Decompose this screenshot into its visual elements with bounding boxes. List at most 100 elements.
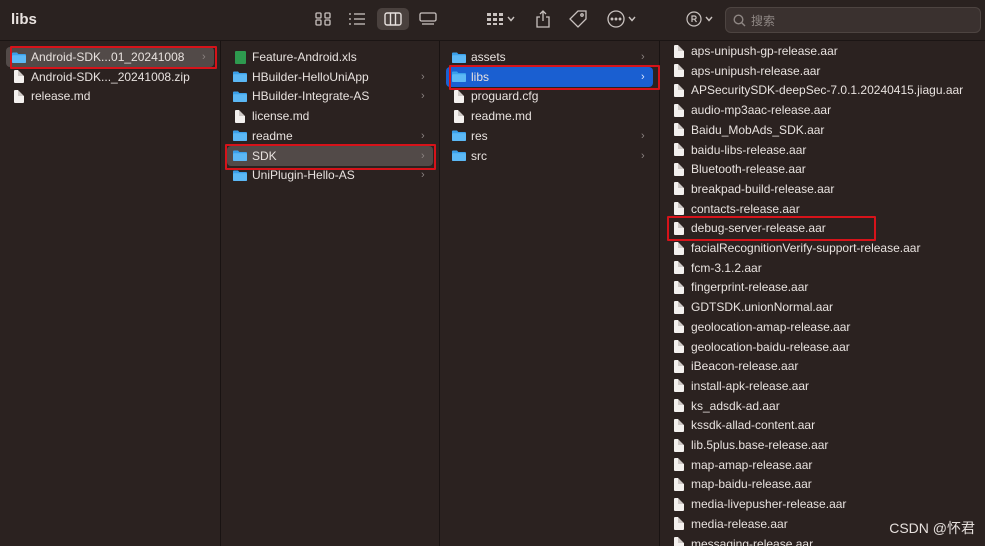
file-item[interactable]: Bluetooth-release.aar [666, 159, 979, 179]
search-field[interactable]: 搜索 [725, 7, 981, 33]
folder-item[interactable]: res › [446, 126, 653, 146]
icon-view-button[interactable] [311, 8, 335, 30]
file-item[interactable]: aps-unipush-gp-release.aar [666, 41, 979, 61]
folder-item[interactable]: HBuilder-Integrate-AS › [227, 86, 433, 106]
file-item[interactable]: facialRecognitionVerify-support-release.… [666, 238, 979, 258]
file-item[interactable]: license.md [227, 106, 433, 126]
column-2[interactable]: Feature-Android.xls HBuilder-HelloUniApp ›… [221, 41, 440, 546]
gallery-view-button[interactable] [415, 8, 441, 30]
file-item[interactable]: aps-unipush-release.aar [666, 61, 979, 81]
group-grid-icon [486, 13, 503, 25]
file-item[interactable]: readme.md [446, 106, 653, 126]
folder-icon [233, 149, 247, 163]
file-item[interactable]: contacts-release.aar [666, 199, 979, 219]
chevron-right-icon: › [202, 51, 206, 63]
folder-item[interactable]: Android-SDK...01_20241008 › [6, 47, 214, 67]
file-item[interactable]: install-apk-release.aar [666, 376, 979, 396]
file-item[interactable]: Baidu_MobAds_SDK.aar [666, 120, 979, 140]
item-label: Baidu_MobAds_SDK.aar [691, 122, 825, 137]
folder-item[interactable]: HBuilder-HelloUniApp › [227, 67, 433, 87]
document-icon [672, 359, 686, 373]
folder-item[interactable]: SDK › [227, 145, 433, 166]
search-icon [733, 13, 746, 26]
file-item[interactable]: fcm-3.1.2.aar [666, 258, 979, 278]
file-item[interactable]: iBeacon-release.aar [666, 356, 979, 376]
folder-item[interactable]: assets › [446, 47, 653, 67]
file-item[interactable]: debug-server-release.aar [666, 218, 979, 238]
finder-window: libs 搜索 Android-SDK...01_20241008 › Andr… [0, 0, 985, 546]
document-icon [672, 103, 686, 117]
file-item[interactable]: media-livepusher-release.aar [666, 494, 979, 514]
file-item[interactable]: lib.5plus.base-release.aar [666, 435, 979, 455]
item-label: readme [252, 128, 293, 143]
chevron-right-icon: › [421, 149, 425, 162]
file-item[interactable]: proguard.cfg [446, 86, 653, 106]
document-icon [452, 109, 466, 123]
document-icon [672, 123, 686, 137]
column-4[interactable]: aps-unipush-gp-release.aar aps-unipush-re… [660, 41, 985, 546]
document-icon [672, 399, 686, 413]
more-actions-button[interactable] [605, 8, 637, 30]
file-item[interactable]: map-baidu-release.aar [666, 474, 979, 494]
file-item[interactable]: baidu-libs-release.aar [666, 140, 979, 160]
column-view-button[interactable] [377, 8, 409, 30]
file-item[interactable]: APSecuritySDK-deepSec-7.0.1.20240415.jia… [666, 80, 979, 100]
group-by-button[interactable] [482, 8, 518, 30]
chevron-right-icon: › [641, 51, 645, 63]
item-label: src [471, 148, 487, 163]
file-item[interactable]: ks_adsdk-ad.aar [666, 396, 979, 416]
spreadsheet-icon [233, 50, 247, 64]
file-item[interactable]: Feature-Android.xls [227, 47, 433, 67]
folder-item[interactable]: UniPlugin-Hello-AS › [227, 165, 433, 185]
document-icon [672, 162, 686, 176]
folder-item[interactable]: src › [446, 146, 653, 166]
file-item[interactable]: audio-mp3aac-release.aar [666, 100, 979, 120]
item-label: aps-unipush-release.aar [691, 63, 821, 78]
folder-icon [233, 129, 247, 143]
search-placeholder: 搜索 [751, 13, 776, 28]
file-item[interactable]: geolocation-amap-release.aar [666, 317, 979, 337]
chevron-right-icon: › [641, 129, 645, 142]
item-label: kssdk-allad-content.aar [691, 418, 816, 433]
item-label: debug-server-release.aar [691, 221, 826, 236]
document-icon [672, 83, 686, 97]
document-icon [12, 89, 26, 103]
item-label: license.md [252, 109, 310, 124]
share-icon [536, 10, 550, 28]
item-label: audio-mp3aac-release.aar [691, 103, 832, 118]
item-label: geolocation-amap-release.aar [691, 319, 851, 334]
list-view-button[interactable] [344, 8, 370, 30]
chevron-right-icon: › [641, 149, 645, 162]
folder-item[interactable]: readme › [227, 126, 433, 146]
share-button[interactable] [533, 8, 553, 30]
file-item[interactable]: map-amap-release.aar [666, 455, 979, 475]
item-label: geolocation-baidu-release.aar [691, 339, 850, 354]
file-item[interactable]: GDTSDK.unionNormal.aar [666, 297, 979, 317]
column-3[interactable]: assets › libs › proguard.cfg readme.md res › src… [440, 41, 660, 546]
folder-icon [452, 149, 466, 163]
document-icon [672, 300, 686, 314]
file-item[interactable]: kssdk-allad-content.aar [666, 415, 979, 435]
item-label: SDK [252, 148, 277, 163]
document-icon [672, 64, 686, 78]
chevron-right-icon: › [421, 169, 425, 182]
file-item[interactable]: geolocation-baidu-release.aar [666, 337, 979, 357]
folder-item[interactable]: libs › [446, 66, 653, 87]
item-label: fcm-3.1.2.aar [691, 260, 762, 275]
file-item[interactable]: fingerprint-release.aar [666, 277, 979, 297]
tag-button[interactable] [566, 8, 590, 30]
chevron-down-icon [704, 16, 713, 22]
item-label: aps-unipush-gp-release.aar [691, 44, 838, 58]
item-label: media-livepusher-release.aar [691, 497, 847, 512]
ellipsis-circle-icon [606, 10, 625, 28]
document-icon [672, 537, 686, 546]
file-item[interactable]: release.md [6, 86, 214, 106]
document-icon [672, 517, 686, 531]
file-item[interactable]: breakpad-build-release.aar [666, 179, 979, 199]
document-icon [672, 340, 686, 354]
column-1[interactable]: Android-SDK...01_20241008 › Android-SDK...… [0, 41, 221, 546]
profile-menu-button[interactable] [683, 8, 715, 30]
file-item[interactable]: Android-SDK..._20241008.zip [6, 67, 214, 87]
chevron-down-icon [506, 16, 515, 22]
document-icon [672, 241, 686, 255]
